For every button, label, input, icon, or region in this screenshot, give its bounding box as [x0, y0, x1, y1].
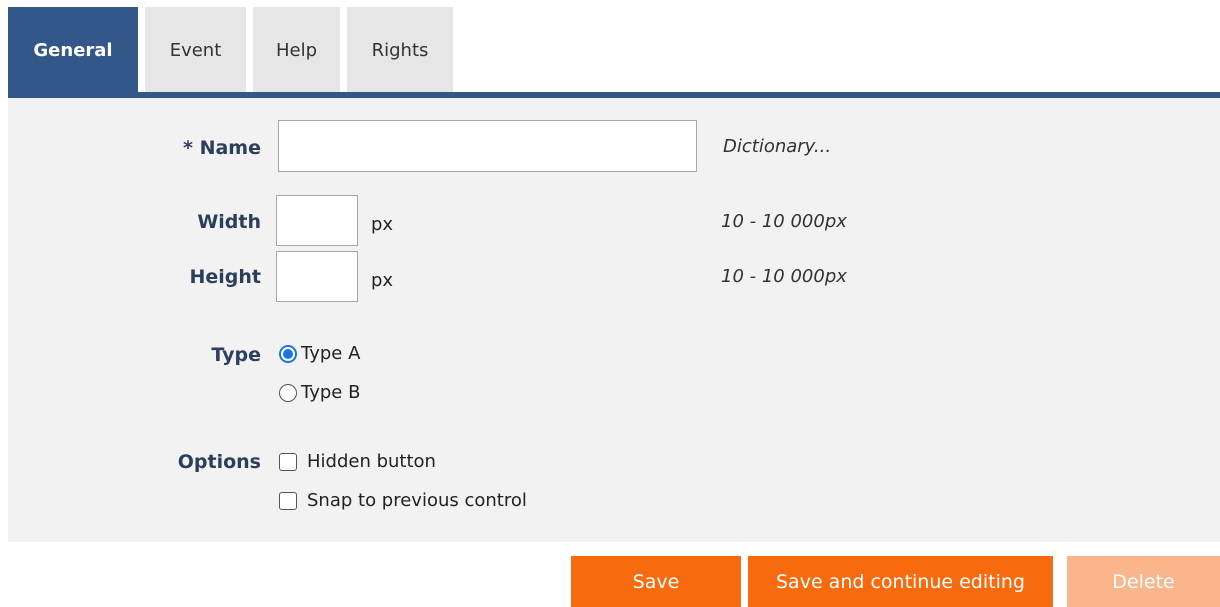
delete-button[interactable]: Delete — [1067, 556, 1220, 607]
dictionary-link[interactable]: Dictionary... — [723, 136, 831, 157]
name-input[interactable] — [278, 120, 697, 172]
width-label: Width — [197, 211, 261, 233]
name-label: * Name — [183, 137, 261, 159]
options-label: Options — [177, 451, 261, 473]
checkbox-hidden-button[interactable]: Hidden button — [279, 451, 436, 472]
height-label: Height — [189, 266, 261, 288]
tab-event[interactable]: Event — [145, 7, 246, 93]
save-button[interactable]: Save — [571, 556, 741, 607]
height-unit: px — [371, 270, 394, 291]
tab-bar: General Event Help Rights — [8, 7, 460, 93]
radio-checked-icon — [279, 344, 297, 363]
radio-unchecked-icon — [279, 383, 297, 402]
width-hint: 10 - 10 000px — [721, 211, 847, 232]
control-editor: General Event Help Rights * Name Diction… — [0, 0, 1220, 607]
checkbox-snap-previous-label: Snap to previous control — [307, 490, 527, 511]
radio-type-a-label: Type A — [301, 343, 361, 364]
tab-rights[interactable]: Rights — [347, 7, 453, 93]
save-continue-button[interactable]: Save and continue editing — [748, 556, 1053, 607]
radio-type-b[interactable]: Type B — [279, 382, 360, 403]
checkbox-snap-previous[interactable]: Snap to previous control — [279, 490, 527, 511]
type-label: Type — [211, 344, 261, 366]
tab-general[interactable]: General — [8, 7, 138, 93]
width-unit: px — [371, 214, 394, 235]
checkbox-icon — [279, 452, 297, 471]
radio-type-b-label: Type B — [301, 382, 361, 403]
radio-type-a[interactable]: Type A — [279, 343, 360, 364]
checkbox-hidden-button-label: Hidden button — [307, 451, 436, 472]
width-input[interactable] — [276, 195, 358, 246]
height-hint: 10 - 10 000px — [721, 266, 847, 287]
tab-help[interactable]: Help — [253, 7, 340, 93]
checkbox-icon — [279, 491, 297, 510]
form-panel: * Name Dictionary... Width px 10 - 10 00… — [8, 98, 1220, 542]
height-input[interactable] — [276, 251, 358, 302]
